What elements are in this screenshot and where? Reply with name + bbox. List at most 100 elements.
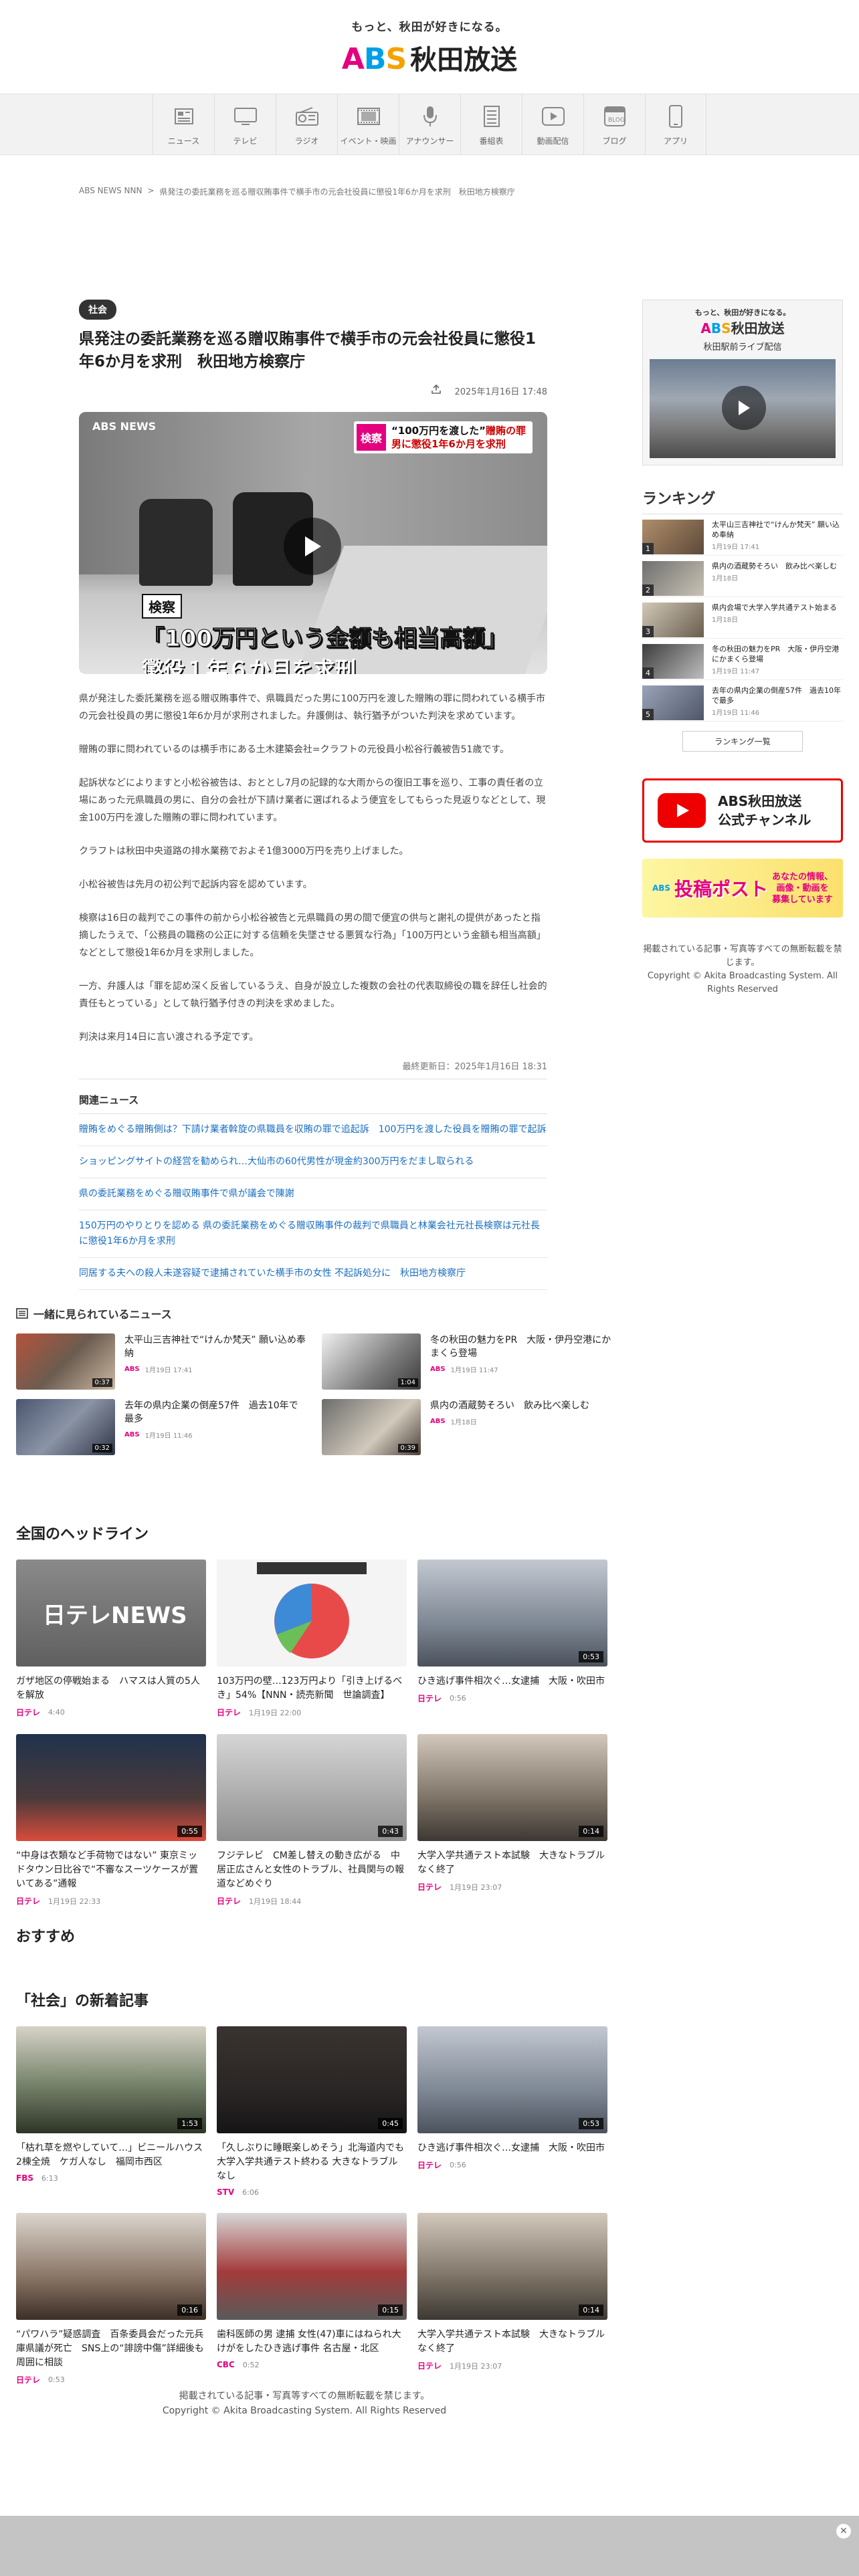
ranking-item[interactable]: 1 太平山三吉神社で“けんか梵天” 願い込め奉納 1月19日 17:41 xyxy=(642,514,843,556)
article-paragraph: クラフトは秋田中央道路の排水業務でおよそ1億3000万円を売り上げました。 xyxy=(79,846,409,857)
video-player[interactable]: ABS NEWS 検察 “100万円を渡した”贈賄の罪 男に懲役1年6か月を求刑… xyxy=(79,412,547,674)
society-card[interactable]: 0:15 歯科医師の男 逮捕 女性(47)車にはねられ大けがをしたひき逃げ事件 … xyxy=(217,2213,407,2385)
blog-icon: BLOG xyxy=(601,103,628,130)
article-date: 2025年1月16日 17:48 xyxy=(454,387,548,397)
headline-thumbnail: 0:55 xyxy=(16,1734,206,1841)
related-news-link[interactable]: 贈賄をめぐる贈賄側は？下請け業者斡旋の県職員を収賄の罪で追起訴 100万円を渡し… xyxy=(79,1114,547,1146)
nav-event-movie[interactable]: イベント・映画 xyxy=(337,94,399,154)
ticker-text: “100万円を渡した”贈賄の罪 男に懲役1年6か月を求刑 xyxy=(391,425,526,450)
society-card[interactable]: 0:53 ひき逃げ事件相次ぐ…女逮捕 大阪・吹田市 日テレ 0:56 xyxy=(417,2026,607,2197)
breadcrumb-home[interactable]: ABS NEWS NNN xyxy=(79,186,142,197)
nav-announcer[interactable]: アナウンサー xyxy=(399,94,460,154)
pie-chart-icon xyxy=(257,1562,367,1658)
headline-thumbnail xyxy=(217,1560,407,1667)
related-news-link[interactable]: 150万円のやりとりを認める 県の委託業務をめぐる贈収賄事件の裁判で県職員と林業… xyxy=(79,1210,547,1258)
recommended-section: おすすめ xyxy=(16,1925,611,1946)
ranking-item[interactable]: 4 冬の秋田の魅力をPR 大阪・伊丹空港にかまくら登場 1月19日 11:47 xyxy=(642,639,843,680)
ranking-thumbnail: 3 xyxy=(642,603,704,637)
ranking-more-button[interactable]: ランキング一覧 xyxy=(682,731,803,752)
nav-label: ラジオ xyxy=(294,136,319,146)
together-thumbnail: 1:04 xyxy=(322,1333,421,1390)
video-watermark: ABS NEWS xyxy=(92,420,157,433)
related-news-link[interactable]: 同居する夫への殺人未遂容疑で逮捕されていた横手市の女性 不起訴処分に 秋田地方検… xyxy=(79,1258,547,1290)
youtube-channel-banner[interactable]: ABS秋田放送 公式チャンネル xyxy=(642,778,843,843)
nav-label: テレビ xyxy=(233,136,258,146)
sidebar: もっと、秋田が好きになる。 ABS秋田放送 秋田駅前ライブ配信 ランキング 1 … xyxy=(642,300,843,996)
smartphone-icon xyxy=(662,103,689,130)
together-thumbnail: 0:39 xyxy=(322,1399,421,1455)
youtube-icon xyxy=(658,793,706,828)
newspaper-icon xyxy=(171,103,197,130)
category-badge: 社会 xyxy=(79,300,116,320)
play-button[interactable] xyxy=(284,518,341,575)
breadcrumb: ABS NEWS NNN > 県発注の委託業務を巡る贈収賄事件で横手市の元会社役… xyxy=(79,186,515,197)
microphone-icon xyxy=(417,103,444,130)
article-meta: 2025年1月16日 17:48 xyxy=(79,384,547,397)
youtube-banner-text: ABS秋田放送 公式チャンネル xyxy=(718,793,812,828)
together-heading: 一緒に見られているニュース xyxy=(16,1305,611,1321)
headline-card[interactable]: 0:53 ひき逃げ事件相次ぐ…女逮捕 大阪・吹田市 日テレ 0:56 xyxy=(417,1560,607,1718)
article-paragraph: 贈賄の罪に問われているのは横手市にある土木建築会社=クラフトの元役員小松谷行義被… xyxy=(79,744,510,755)
headline-card[interactable]: 0:43 フジテレビ CM差し替えの動き広がる 中居正広さんと女性のトラブル、社… xyxy=(217,1734,407,1907)
article: 社会 県発注の委託業務を巡る贈収賄事件で横手市の元会社役員に懲役1年6か月を求刑… xyxy=(79,300,547,1290)
close-icon[interactable]: ✕ xyxy=(836,2524,851,2539)
global-nav: ニュース テレビ ラジオ イベント・映画 アナウンサー 番組表 動画配信 BLO… xyxy=(0,94,859,155)
nav-label: ブログ xyxy=(602,136,627,146)
ranking-item[interactable]: 5 去年の県内企業の倒産57件 過去10年で最多 1月19日 11:46 xyxy=(642,680,843,722)
society-card[interactable]: 0:14 大学入学共通テスト本試験 大きなトラブルなく終了 日テレ 1月19日 2… xyxy=(417,2213,607,2385)
list-icon xyxy=(16,1308,28,1319)
headline-card[interactable]: 0:55 “中身は衣類など手荷物ではない” 東京ミッドタウン日比谷で“不審なスー… xyxy=(16,1734,206,1907)
national-grid: 日テレNEWS ガザ地区の停戦始まる ハマスは人質の5人を解放 日テレ 4:40 … xyxy=(16,1560,611,1907)
nav-news[interactable]: ニュース xyxy=(153,94,214,154)
headline-card[interactable]: 日テレNEWS ガザ地区の停戦始まる ハマスは人質の5人を解放 日テレ 4:40 xyxy=(16,1560,206,1718)
headline-thumbnail: 0:14 xyxy=(417,1734,607,1841)
society-card[interactable]: 0:45 「久しぶりに睡眠楽しめそう」北海道内でも大学入学共通テスト終わる 大き… xyxy=(217,2026,407,2197)
recommended-heading: おすすめ xyxy=(16,1929,76,1945)
headline-card[interactable]: 103万円の壁…123万円より「引き上げるべき」54%【NNN・読売新聞 世論調… xyxy=(217,1560,407,1718)
national-headlines-section: 全国のヘッドライン 日テレNEWS ガザ地区の停戦始まる ハマスは人質の5人を解… xyxy=(16,1522,611,1907)
society-card[interactable]: 0:16 “パワハラ”疑惑調査 百条委員会だった元兵庫県議が死亡 SNS上の“誹… xyxy=(16,2213,206,2385)
share-icon[interactable] xyxy=(431,384,442,397)
together-item[interactable]: 1:04 冬の秋田の魅力をPR 大阪・伊丹空港にかまくら登場 ABS 1月19日 1… xyxy=(322,1333,611,1390)
together-item[interactable]: 0:32 去年の県内企業の倒産57件 過去10年で最多 ABS 1月19日 11:4… xyxy=(16,1399,306,1455)
article-title: 県発注の委託業務を巡る贈収賄事件で横手市の元会社役員に懲役1年6か月を求刑 秋田… xyxy=(79,330,537,370)
nav-video[interactable]: 動画配信 xyxy=(522,94,583,154)
society-thumbnail: 1:53 xyxy=(16,2026,206,2133)
live-stream-banner[interactable]: もっと、秋田が好きになる。 ABS秋田放送 秋田駅前ライブ配信 xyxy=(642,300,843,465)
nav-tv[interactable]: テレビ xyxy=(214,94,276,154)
sidebar-copyright: 掲載されている記事・写真等すべての無断転載を禁じます。 Copyright © … xyxy=(643,944,842,994)
bottom-ad-bar: ✕ xyxy=(0,2516,859,2576)
nav-app[interactable]: アプリ xyxy=(645,94,706,154)
footer-copyright: 掲載されている記事・写真等すべての無断転載を禁じます。 Copyright © … xyxy=(162,2391,447,2416)
society-thumbnail: 0:45 xyxy=(217,2026,407,2133)
related-news-link[interactable]: ショッピングサイトの経営を勧められ…大仙市の60代男性が現金約300万円をだまし… xyxy=(79,1146,547,1178)
together-item[interactable]: 0:39 県内の酒蔵勢そろい 飲み比べ楽しむ ABS 1月18日 xyxy=(322,1399,611,1455)
breadcrumb-current: 県発注の委託業務を巡る贈収賄事件で横手市の元会社役員に懲役1年6か月を求刑 秋田… xyxy=(159,187,515,197)
together-item[interactable]: 0:37 太平山三吉神社で“けんか梵天” 願い込め奉納 ABS 1月19日 17:4… xyxy=(16,1333,306,1390)
ranking-item[interactable]: 2 県内の酒蔵勢そろい 飲み比べ楽しむ 1月18日 xyxy=(642,556,843,597)
breadcrumb-separator: > xyxy=(147,186,155,195)
article-paragraph: 判決は来月14日に言い渡される予定です。 xyxy=(79,1032,259,1043)
live-caption: 秋田駅前ライブ配信 xyxy=(703,342,782,352)
headline-thumbnail: 0:43 xyxy=(217,1734,407,1841)
post-title: 投稿ポスト xyxy=(674,878,769,900)
nav-radio[interactable]: ラジオ xyxy=(276,94,337,154)
schedule-icon xyxy=(478,103,505,130)
related-news-link[interactable]: 県の委託業務をめぐる贈収賄事件で県が議会で陳謝 xyxy=(79,1178,547,1210)
nav-schedule[interactable]: 番組表 xyxy=(460,94,522,154)
nav-label: ニュース xyxy=(167,136,200,146)
ranking-thumbnail: 2 xyxy=(642,561,704,596)
ranking-item[interactable]: 3 県内会場で大学入学共通テスト始まる 1月18日 xyxy=(642,597,843,639)
society-news-heading: 「社会」の新着記事 xyxy=(16,1993,149,2010)
site-logo[interactable]: ABS 秋田放送 xyxy=(342,38,517,77)
post-submission-banner[interactable]: ABS 投稿ポスト あなたの情報、 画像・動画を 募集しています xyxy=(642,859,843,918)
nav-blog[interactable]: BLOG ブログ xyxy=(583,94,645,154)
station-name: 秋田放送 xyxy=(410,44,518,76)
headline-thumbnail: 0:53 xyxy=(417,1560,607,1667)
headline-thumbnail: 日テレNEWS xyxy=(16,1560,206,1667)
society-thumbnail: 0:15 xyxy=(217,2213,407,2320)
society-thumbnail: 0:53 xyxy=(417,2026,607,2133)
ticker-kicker: 検察 xyxy=(356,424,386,451)
society-card[interactable]: 1:53 「枯れ草を燃やしていて…」ビニールハウス2棟全焼 ケガ人なし 福岡市西… xyxy=(16,2026,206,2197)
headline-card[interactable]: 0:14 大学入学共通テスト本試験 大きなトラブルなく終了 日テレ 1月19日 2… xyxy=(417,1734,607,1907)
